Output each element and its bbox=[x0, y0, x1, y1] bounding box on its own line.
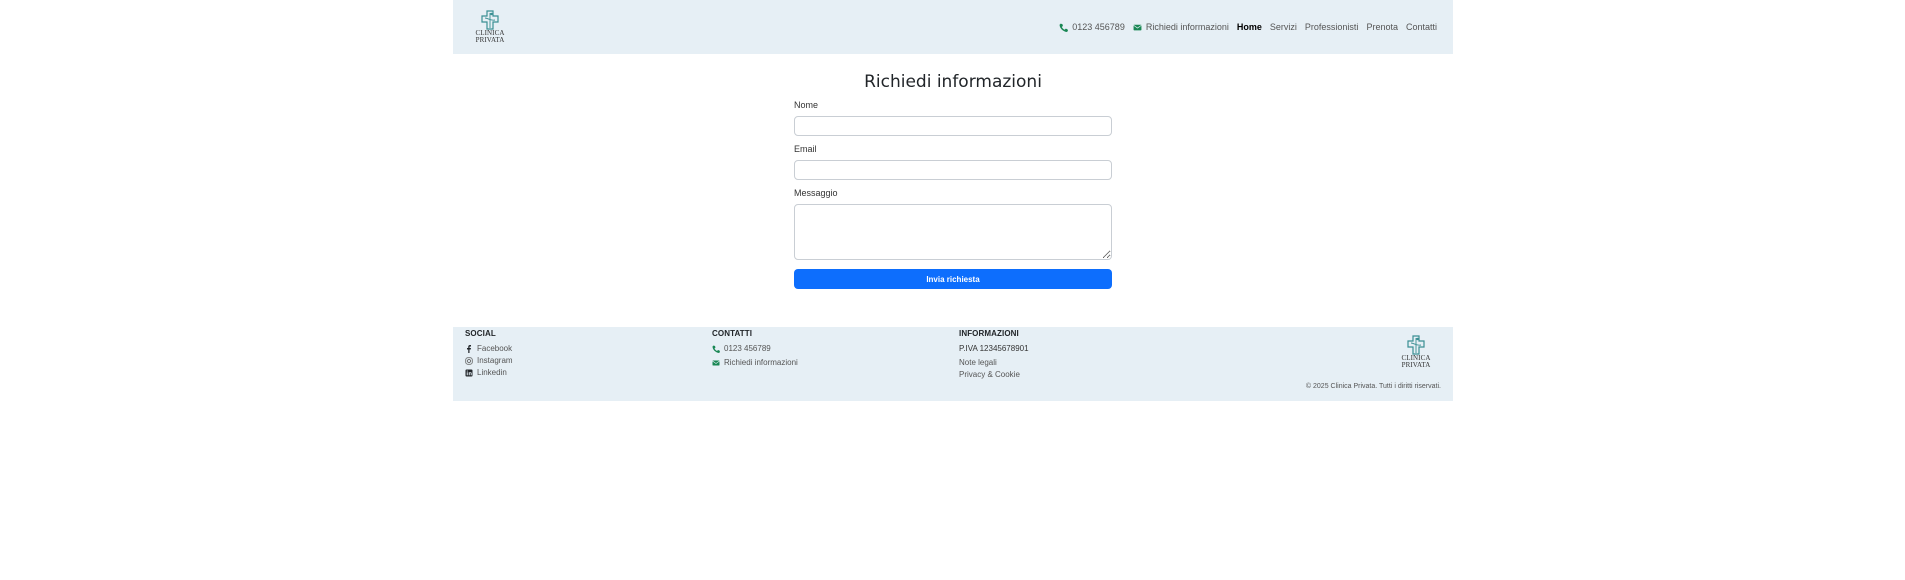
phone-icon bbox=[712, 345, 720, 353]
legal-notes-link[interactable]: Note legali bbox=[959, 357, 1029, 369]
footer-linkedin-link[interactable]: Linkedin bbox=[465, 367, 513, 379]
envelope-icon bbox=[712, 360, 720, 366]
medical-cross-logo-icon bbox=[481, 10, 499, 30]
footer-linkedin-label: Linkedin bbox=[477, 368, 507, 377]
footer-info-link[interactable]: Richiedi informazioni bbox=[712, 357, 798, 369]
main-navigation: 0123 456789 Richiedi informazioni Home S… bbox=[1051, 22, 1437, 32]
info-request-form: Richiedi informazioni Nome Email Messagg… bbox=[794, 71, 1112, 289]
nav-item-servizi[interactable]: Servizi bbox=[1270, 22, 1297, 32]
footer-phone-link[interactable]: 0123 456789 bbox=[712, 343, 798, 355]
email-input[interactable] bbox=[794, 160, 1112, 180]
submit-button[interactable]: Invia richiesta bbox=[794, 269, 1112, 289]
footer-instagram-link[interactable]: Instagram bbox=[465, 355, 513, 367]
footer-contacts-column: CONTATTI 0123 456789 Richiedi informazio… bbox=[712, 327, 798, 369]
footer-brand-logo[interactable]: CLINICA PRIVATA bbox=[1400, 335, 1432, 369]
name-input[interactable] bbox=[794, 116, 1112, 136]
footer-facebook-label: Facebook bbox=[477, 344, 513, 353]
nav-info-label: Richiedi informazioni bbox=[1145, 22, 1229, 32]
vat-number: P.IVA 12345678901 bbox=[959, 344, 1029, 353]
site-footer: SOCIAL Facebook Instagram Linkedin CONTA… bbox=[453, 327, 1453, 401]
envelope-icon bbox=[1133, 24, 1142, 30]
brand-logo[interactable]: CLINICA PRIVATA bbox=[474, 10, 506, 44]
linkedin-icon bbox=[465, 369, 473, 377]
footer-instagram-label: Instagram bbox=[477, 356, 513, 365]
nav-item-prenota[interactable]: Prenota bbox=[1366, 22, 1398, 32]
nav-info-link[interactable]: Richiedi informazioni bbox=[1133, 22, 1229, 32]
footer-info-column: INFORMAZIONI P.IVA 12345678901 Note lega… bbox=[959, 327, 1029, 381]
page-title: Richiedi informazioni bbox=[864, 72, 1042, 92]
email-label: Email bbox=[794, 144, 817, 154]
footer-social-column: SOCIAL Facebook Instagram Linkedin bbox=[465, 327, 513, 379]
facebook-icon bbox=[467, 345, 471, 353]
nav-item-professionisti[interactable]: Professionisti bbox=[1305, 22, 1359, 32]
footer-phone-label: 0123 456789 bbox=[724, 344, 771, 353]
nav-item-home[interactable]: Home bbox=[1237, 22, 1262, 32]
privacy-cookie-link[interactable]: Privacy & Cookie bbox=[959, 369, 1029, 381]
footer-info-label: Richiedi informazioni bbox=[724, 358, 798, 367]
footer-facebook-link[interactable]: Facebook bbox=[465, 343, 513, 355]
footer-info-heading: INFORMAZIONI bbox=[959, 329, 1019, 338]
medical-cross-logo-icon bbox=[1407, 335, 1425, 355]
message-label: Messaggio bbox=[794, 188, 838, 198]
brand-name-line2: PRIVATA bbox=[475, 36, 505, 44]
site-header: CLINICA PRIVATA 0123 456789 Richiedi inf… bbox=[453, 0, 1453, 54]
instagram-icon bbox=[465, 357, 473, 365]
copyright-text: © 2025 Clinica Privata. Tutti i diritti … bbox=[1305, 383, 1441, 390]
name-label: Nome bbox=[794, 100, 819, 110]
nav-phone-label: 0123 456789 bbox=[1072, 22, 1125, 32]
message-textarea[interactable] bbox=[794, 204, 1112, 260]
footer-social-heading: SOCIAL bbox=[465, 329, 496, 338]
footer-contacts-heading: CONTATTI bbox=[712, 329, 753, 338]
phone-icon bbox=[1059, 23, 1069, 32]
footer-brand-line2: PRIVATA bbox=[1401, 361, 1431, 369]
nav-item-contatti[interactable]: Contatti bbox=[1406, 22, 1437, 32]
nav-phone-link[interactable]: 0123 456789 bbox=[1059, 22, 1125, 32]
